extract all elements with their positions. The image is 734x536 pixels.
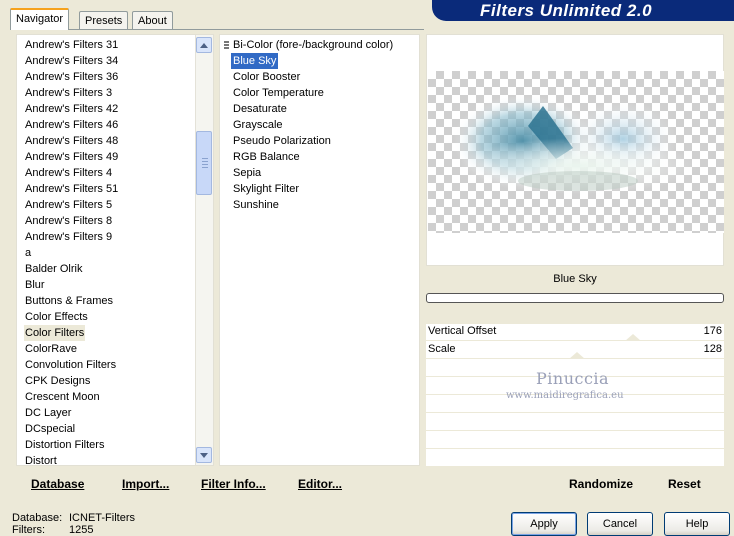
reset-button[interactable]: Reset (668, 477, 701, 491)
category-item[interactable]: Balder Olrik (24, 261, 83, 277)
filter-item[interactable]: Color Booster (231, 69, 302, 85)
slider-scale[interactable]: Scale 128 (426, 342, 724, 359)
category-item[interactable]: Crescent Moon (24, 389, 101, 405)
editor-button[interactable]: Editor... (298, 477, 342, 491)
status-database-value: ICNET-Filters (69, 512, 135, 524)
chevron-up-icon (200, 43, 208, 48)
category-item[interactable]: ColorRave (24, 341, 78, 357)
category-item[interactable]: Andrew's Filters 36 (24, 69, 119, 85)
category-item[interactable]: Andrew's Filters 49 (24, 149, 119, 165)
filter-item[interactable]: Grayscale (231, 117, 285, 133)
slider-thumb[interactable] (569, 352, 585, 359)
grip-line (202, 161, 208, 162)
watermark-url: www.maidiregrafica.eu (506, 390, 624, 401)
drag-handle-icon (224, 41, 229, 49)
navigator-toolbar: Database Import... Filter Info... Editor… (16, 469, 420, 497)
filter-item[interactable]: Bi-Color (fore-/background color) (231, 37, 395, 53)
status-filters: Filters: 1255 (12, 524, 93, 536)
tab-presets[interactable]: Presets (79, 11, 129, 29)
category-item[interactable]: Andrew's Filters 34 (24, 53, 119, 69)
filter-item[interactable]: Sepia (231, 165, 263, 181)
category-item[interactable]: Andrew's Filters 5 (24, 197, 113, 213)
filter-item[interactable]: Color Temperature (231, 85, 326, 101)
slider-label: Scale (428, 343, 456, 355)
status-filters-value: 1255 (69, 524, 94, 536)
chevron-down-icon (200, 453, 208, 458)
filter-item[interactable]: Pseudo Polarization (231, 133, 333, 149)
tab-about[interactable]: About (132, 11, 173, 29)
slider-empty (426, 432, 724, 449)
preview-pane (426, 34, 724, 266)
preview-checkerboard (428, 71, 724, 233)
category-item[interactable]: DCspecial (24, 421, 76, 437)
apply-button[interactable]: Apply (511, 512, 577, 536)
preview-image (453, 95, 698, 194)
scroll-thumb[interactable] (196, 131, 212, 195)
import-button[interactable]: Import... (122, 477, 169, 491)
status-database-label: Database: (12, 512, 63, 524)
filter-item[interactable]: Blue Sky (231, 53, 279, 69)
category-item[interactable]: CPK Designs (24, 373, 91, 389)
grip-line (202, 158, 208, 159)
help-button[interactable]: Help (664, 512, 730, 536)
progress-bar (426, 293, 724, 303)
scroll-up-button[interactable] (196, 37, 212, 53)
slider-thumb[interactable] (625, 334, 641, 341)
category-item[interactable]: a (24, 245, 32, 261)
category-scrollbar[interactable] (195, 35, 213, 465)
filter-list[interactable]: Bi-Color (fore-/background color) Blue Sk… (219, 34, 420, 466)
category-list[interactable]: Andrew's Filters 31 Andrew's Filters 34 An… (16, 34, 214, 466)
selected-filter-name: Blue Sky (553, 273, 597, 285)
slider-label: Vertical Offset (428, 325, 497, 337)
filter-item[interactable]: Desaturate (231, 101, 289, 117)
category-item[interactable]: Andrew's Filters 3 (24, 85, 113, 101)
filter-info-button[interactable]: Filter Info... (201, 477, 266, 491)
category-item[interactable]: Color Filters (24, 325, 86, 341)
scroll-down-button[interactable] (196, 447, 212, 463)
tab-navigator[interactable]: Navigator (10, 8, 70, 30)
grip-line (202, 167, 208, 168)
slider-vertical-offset[interactable]: Vertical Offset 176 (426, 324, 724, 341)
status-filters-label: Filters: (12, 524, 45, 536)
randomize-button[interactable]: Randomize (569, 477, 633, 491)
slider-empty (426, 450, 724, 466)
grip-line (202, 164, 208, 165)
slider-value: 128 (703, 343, 722, 355)
category-item[interactable]: Andrew's Filters 48 (24, 133, 119, 149)
cancel-button[interactable]: Cancel (587, 512, 653, 536)
category-item[interactable]: Distort (24, 453, 58, 465)
category-item[interactable]: Andrew's Filters 4 (24, 165, 113, 181)
category-item[interactable]: Andrew's Filters 8 (24, 213, 113, 229)
app-banner: Filters Unlimited 2.0 (432, 0, 734, 21)
category-item[interactable]: Andrew's Filters 9 (24, 229, 113, 245)
watermark-name: Pinuccia (536, 369, 610, 388)
category-item[interactable]: Distortion Filters (24, 437, 105, 453)
database-button[interactable]: Database (31, 477, 84, 491)
slider-value: 176 (703, 325, 722, 337)
category-item[interactable]: Andrew's Filters 51 (24, 181, 119, 197)
filter-item[interactable]: Sunshine (231, 197, 281, 213)
slider-empty (426, 414, 724, 431)
tab-divider (10, 29, 424, 30)
filter-item[interactable]: RGB Balance (231, 149, 302, 165)
category-item[interactable]: Blur (24, 277, 46, 293)
category-item[interactable]: DC Layer (24, 405, 72, 421)
category-item[interactable]: Convolution Filters (24, 357, 117, 373)
category-item[interactable]: Buttons & Frames (24, 293, 114, 309)
category-item[interactable]: Andrew's Filters 42 (24, 101, 119, 117)
category-item[interactable]: Color Effects (24, 309, 89, 325)
category-item[interactable]: Andrew's Filters 46 (24, 117, 119, 133)
filter-item[interactable]: Skylight Filter (231, 181, 301, 197)
category-item[interactable]: Andrew's Filters 31 (24, 37, 119, 53)
app-title: Filters Unlimited 2.0 (480, 1, 653, 20)
status-database: Database: ICNET-Filters (12, 512, 135, 524)
